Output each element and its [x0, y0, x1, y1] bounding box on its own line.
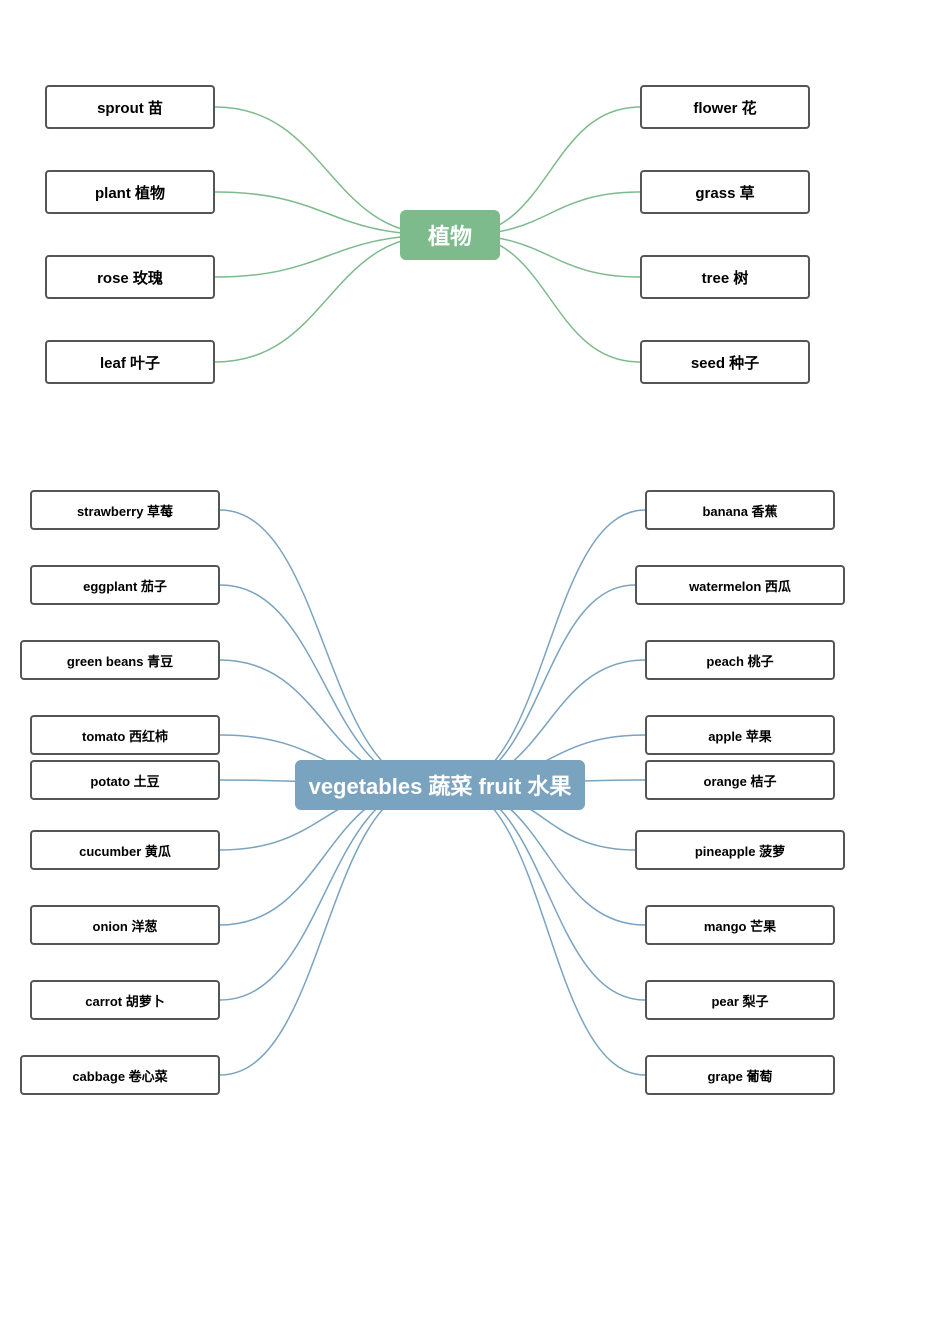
node-plant: plant 植物: [45, 170, 215, 214]
node-eggplant: eggplant 茄子: [30, 565, 220, 605]
center-node-plants: 植物: [400, 210, 500, 260]
node-cabbage: cabbage 卷心菜: [20, 1055, 220, 1095]
node-greenbeans: green beans 青豆: [20, 640, 220, 680]
node-pear: pear 梨子: [645, 980, 835, 1020]
node-banana: banana 香蕉: [645, 490, 835, 530]
node-onion: onion 洋葱: [30, 905, 220, 945]
main-diagram: sprout 苗 plant 植物 rose 玫瑰 leaf 叶子 flower 花 gr…: [0, 0, 950, 1344]
node-flower: flower 花: [640, 85, 810, 129]
node-carrot: carrot 胡萝卜: [30, 980, 220, 1020]
node-pineapple: pineapple 菠萝: [635, 830, 845, 870]
node-rose: rose 玫瑰: [45, 255, 215, 299]
node-grape: grape 葡萄: [645, 1055, 835, 1095]
node-tomato: tomato 西红柿: [30, 715, 220, 755]
node-seed: seed 种子: [640, 340, 810, 384]
node-strawberry: strawberry 草莓: [30, 490, 220, 530]
node-peach: peach 桃子: [645, 640, 835, 680]
node-tree: tree 树: [640, 255, 810, 299]
node-orange: orange 桔子: [645, 760, 835, 800]
center-node-veggies: vegetables 蔬菜 fruit 水果: [295, 760, 585, 810]
node-apple: apple 苹果: [645, 715, 835, 755]
node-potato: potato 土豆: [30, 760, 220, 800]
node-mango: mango 芒果: [645, 905, 835, 945]
node-sprout: sprout 苗: [45, 85, 215, 129]
node-grass: grass 草: [640, 170, 810, 214]
node-cucumber: cucumber 黄瓜: [30, 830, 220, 870]
node-watermelon: watermelon 西瓜: [635, 565, 845, 605]
node-leaf: leaf 叶子: [45, 340, 215, 384]
